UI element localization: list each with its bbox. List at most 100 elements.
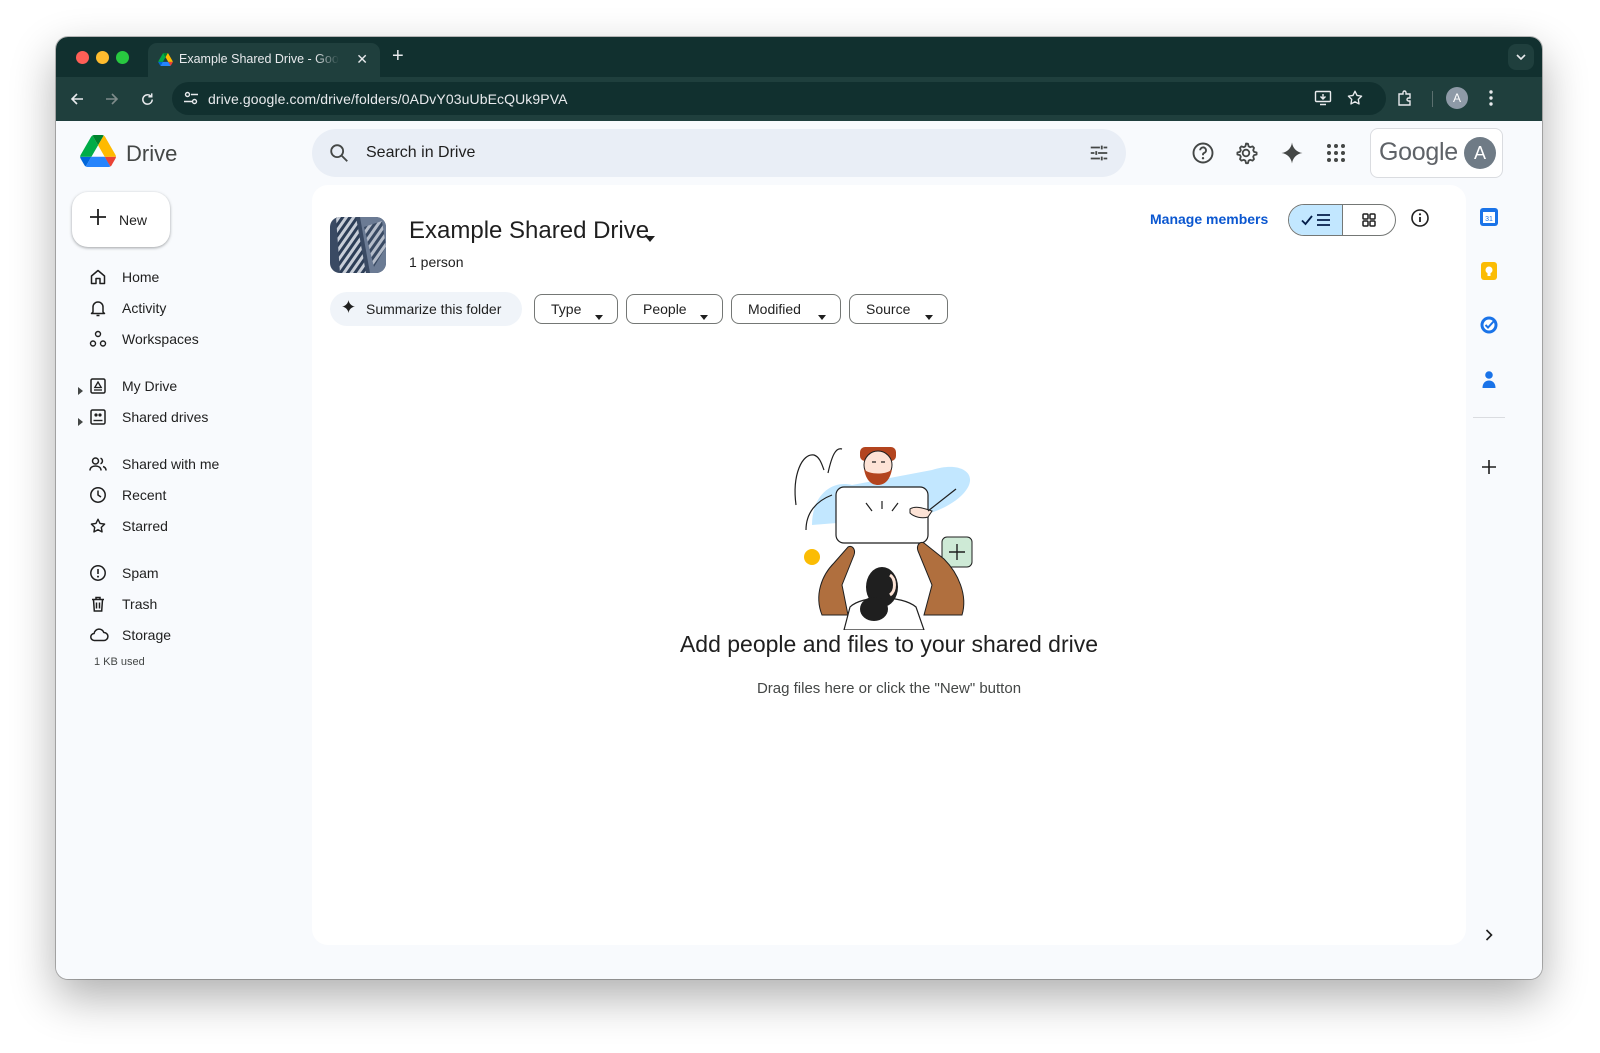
grid-view-button[interactable] [1343, 205, 1395, 235]
account-switcher[interactable]: Google A [1370, 128, 1503, 178]
chevron-right-icon[interactable] [1477, 923, 1501, 947]
shared-drive-title[interactable]: Example Shared Drive [409, 217, 649, 245]
filter-source[interactable]: Source [849, 294, 948, 324]
sidebar-item-label: Home [122, 269, 160, 285]
spam-icon [89, 564, 107, 582]
gemini-sparkle-icon[interactable] [1279, 140, 1305, 166]
tab-close-icon[interactable]: ✕ [356, 51, 368, 68]
toolbar-divider [1432, 91, 1433, 107]
browser-tab-bar: Example Shared Drive - Google Drive ✕ + [56, 37, 1542, 77]
account-avatar[interactable]: A [1464, 137, 1496, 169]
trash-icon [89, 595, 107, 613]
app-name: Drive [126, 140, 178, 166]
storage-used-text: 1 KB used [94, 656, 145, 668]
sidebar-item-label: Storage [122, 627, 172, 643]
browser-tab-active[interactable]: Example Shared Drive - Google Drive ✕ [148, 43, 380, 77]
sidebar-item-workspaces[interactable]: Workspaces [56, 324, 286, 354]
plus-icon [89, 208, 107, 231]
sidebar-item-starred[interactable]: Starred [56, 511, 286, 541]
dropdown-arrow-icon [925, 307, 933, 325]
drive-logo[interactable]: Drive [80, 135, 177, 172]
filter-type[interactable]: Type [534, 294, 618, 324]
search-input[interactable] [366, 129, 1046, 177]
calendar-icon[interactable]: 31 [1477, 205, 1501, 229]
expand-caret-icon[interactable] [78, 413, 83, 431]
minimize-window-button[interactable] [96, 51, 109, 64]
sidebar-item-spam[interactable]: Spam [56, 558, 286, 588]
url-text: drive.google.com/drive/folders/0ADvY03uU… [208, 91, 568, 107]
help-icon[interactable] [1190, 140, 1216, 166]
browser-profile-avatar[interactable]: A [1446, 87, 1468, 109]
list-view-button[interactable] [1289, 205, 1343, 235]
forward-icon[interactable] [102, 89, 122, 109]
dropdown-arrow-icon [595, 307, 603, 325]
manage-members-link[interactable]: Manage members [1150, 211, 1268, 227]
close-window-button[interactable] [76, 51, 89, 64]
home-icon [89, 268, 107, 286]
sidebar-item-label: Trash [122, 596, 158, 612]
my-drive-icon [89, 377, 107, 395]
tasks-icon[interactable] [1477, 313, 1501, 337]
site-info-icon[interactable] [183, 90, 199, 111]
settings-gear-icon[interactable] [1233, 140, 1259, 166]
cloud-icon [89, 626, 109, 644]
filter-people[interactable]: People [626, 294, 723, 324]
side-panel-divider [1473, 417, 1505, 418]
sidebar-item-storage[interactable]: Storage [56, 620, 286, 650]
address-bar[interactable]: drive.google.com/drive/folders/0ADvY03uU… [172, 82, 1386, 115]
new-tab-icon[interactable]: + [392, 46, 404, 66]
drive-page: Drive Google A [56, 121, 1542, 979]
browser-menu-icon[interactable] [1488, 89, 1494, 112]
filter-label: People [643, 301, 687, 317]
sidebar-item-trash[interactable]: Trash [56, 589, 286, 619]
extensions-icon[interactable] [1396, 89, 1414, 112]
contacts-icon[interactable] [1477, 367, 1501, 391]
sidebar-item-label: Spam [122, 565, 159, 581]
filter-modified[interactable]: Modified [731, 294, 841, 324]
sidebar-item-activity[interactable]: Activity [56, 293, 286, 323]
sidebar-item-shared-with-me[interactable]: Shared with me [56, 449, 286, 479]
dropdown-arrow-icon [818, 307, 826, 325]
info-icon[interactable] [1410, 208, 1430, 233]
expand-caret-icon[interactable] [78, 382, 83, 400]
filter-label: Type [551, 301, 582, 317]
dropdown-arrow-icon [700, 307, 708, 325]
sparkle-icon [341, 299, 356, 319]
summarize-label: Summarize this folder [366, 301, 502, 317]
tab-search-icon[interactable] [1508, 44, 1534, 70]
bookmark-star-icon[interactable] [1346, 89, 1364, 112]
member-count: 1 person [409, 254, 464, 270]
keep-icon[interactable] [1477, 259, 1501, 283]
empty-state-title: Add people and files to your shared driv… [679, 631, 1099, 657]
sidebar-item-label: My Drive [122, 378, 178, 394]
google-wordmark: Google [1379, 138, 1458, 166]
sidebar-item-my-drive[interactable]: My Drive [56, 371, 286, 401]
tab-title: Example Shared Drive - Google Drive [179, 52, 339, 66]
main-content: Example Shared Drive 1 person Manage mem… [312, 185, 1466, 945]
sidebar-item-shared-drives[interactable]: Shared drives [56, 402, 286, 432]
summarize-folder-button[interactable]: Summarize this folder [330, 292, 522, 326]
browser-window: Example Shared Drive - Google Drive ✕ + … [56, 37, 1542, 979]
new-button[interactable]: New [72, 192, 170, 247]
search-icon[interactable] [328, 142, 350, 169]
sidebar-item-label: Starred [122, 518, 168, 534]
people-icon [89, 455, 107, 473]
filter-label: Modified [748, 301, 801, 317]
reload-icon[interactable] [137, 89, 157, 109]
back-icon[interactable] [67, 89, 87, 109]
new-button-label: New [119, 211, 148, 228]
view-mode-toggle [1288, 204, 1396, 236]
search-options-icon[interactable] [1088, 142, 1110, 169]
sidebar-item-label: Workspaces [122, 331, 199, 347]
add-addon-icon[interactable] [1477, 455, 1501, 479]
shared-drive-thumbnail [330, 217, 386, 273]
sidebar-item-recent[interactable]: Recent [56, 480, 286, 510]
empty-state-illustration [792, 435, 982, 635]
chevron-down-icon[interactable] [645, 229, 655, 247]
install-app-icon[interactable] [1314, 89, 1332, 112]
sidebar-item-home[interactable]: Home [56, 262, 286, 292]
filter-label: Source [866, 301, 911, 317]
maximize-window-button[interactable] [116, 51, 129, 64]
apps-grid-icon[interactable] [1323, 140, 1349, 166]
svg-text:31: 31 [1485, 216, 1493, 223]
